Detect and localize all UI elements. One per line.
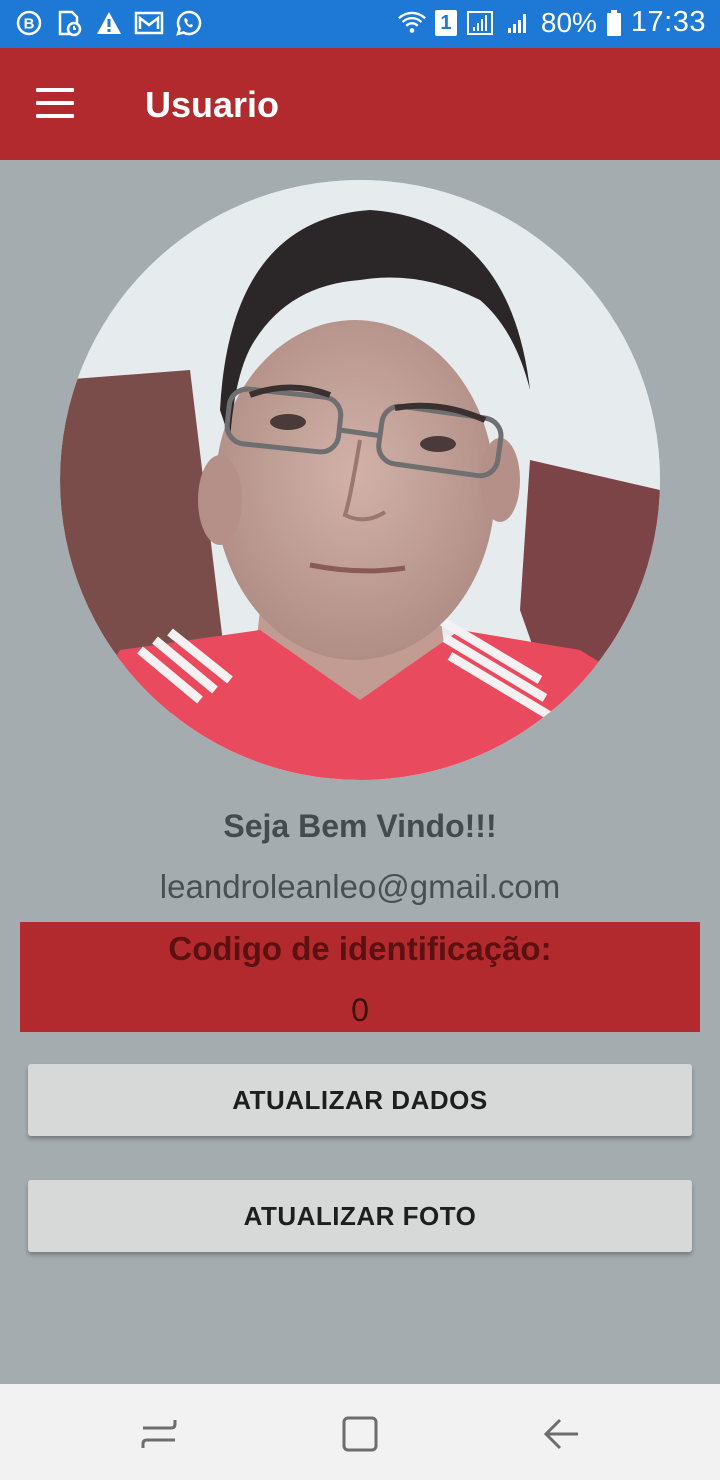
id-value: 0 [351, 992, 369, 1028]
signal-2-icon [503, 8, 533, 38]
wifi-icon [397, 8, 427, 38]
svg-text:B: B [24, 16, 35, 33]
sim-badge: 1 [434, 9, 457, 36]
id-card: Codigo de identificação: 0 [20, 922, 700, 1032]
id-label: Codigo de identificação: [168, 930, 552, 967]
profile-photo [60, 180, 660, 780]
update-data-button[interactable]: ATUALIZAR DADOS [28, 1064, 692, 1136]
battery-icon [605, 8, 623, 38]
back-icon[interactable] [540, 1412, 584, 1456]
battery-percent: 80% [540, 6, 597, 38]
home-icon[interactable] [338, 1412, 382, 1456]
business-chat-icon: B [14, 8, 44, 38]
welcome-text: Seja Bem Vindo!!! [223, 808, 497, 844]
app-bar: Usuario [0, 48, 720, 160]
navigation-bar [0, 1384, 720, 1480]
recent-apps-icon[interactable] [137, 1412, 181, 1456]
whatsapp-icon [174, 8, 204, 38]
clock: 17:33 [630, 6, 706, 38]
system-icons: 1 80% 17:33 [397, 6, 706, 39]
user-email: leandroleanleo@gmail.com [159, 868, 561, 905]
page-title: Usuario [145, 84, 280, 125]
hamburger-menu-icon[interactable] [36, 88, 76, 120]
gallery-icon [134, 8, 164, 38]
sim-calendar-icon [54, 8, 84, 38]
notification-icons: B [14, 8, 204, 38]
profile-avatar [60, 180, 660, 780]
warning-icon [94, 8, 124, 38]
signal-icon [465, 8, 495, 38]
status-bar: B 1 80% 17:33 [0, 0, 720, 48]
update-photo-button[interactable]: ATUALIZAR FOTO [28, 1180, 692, 1252]
